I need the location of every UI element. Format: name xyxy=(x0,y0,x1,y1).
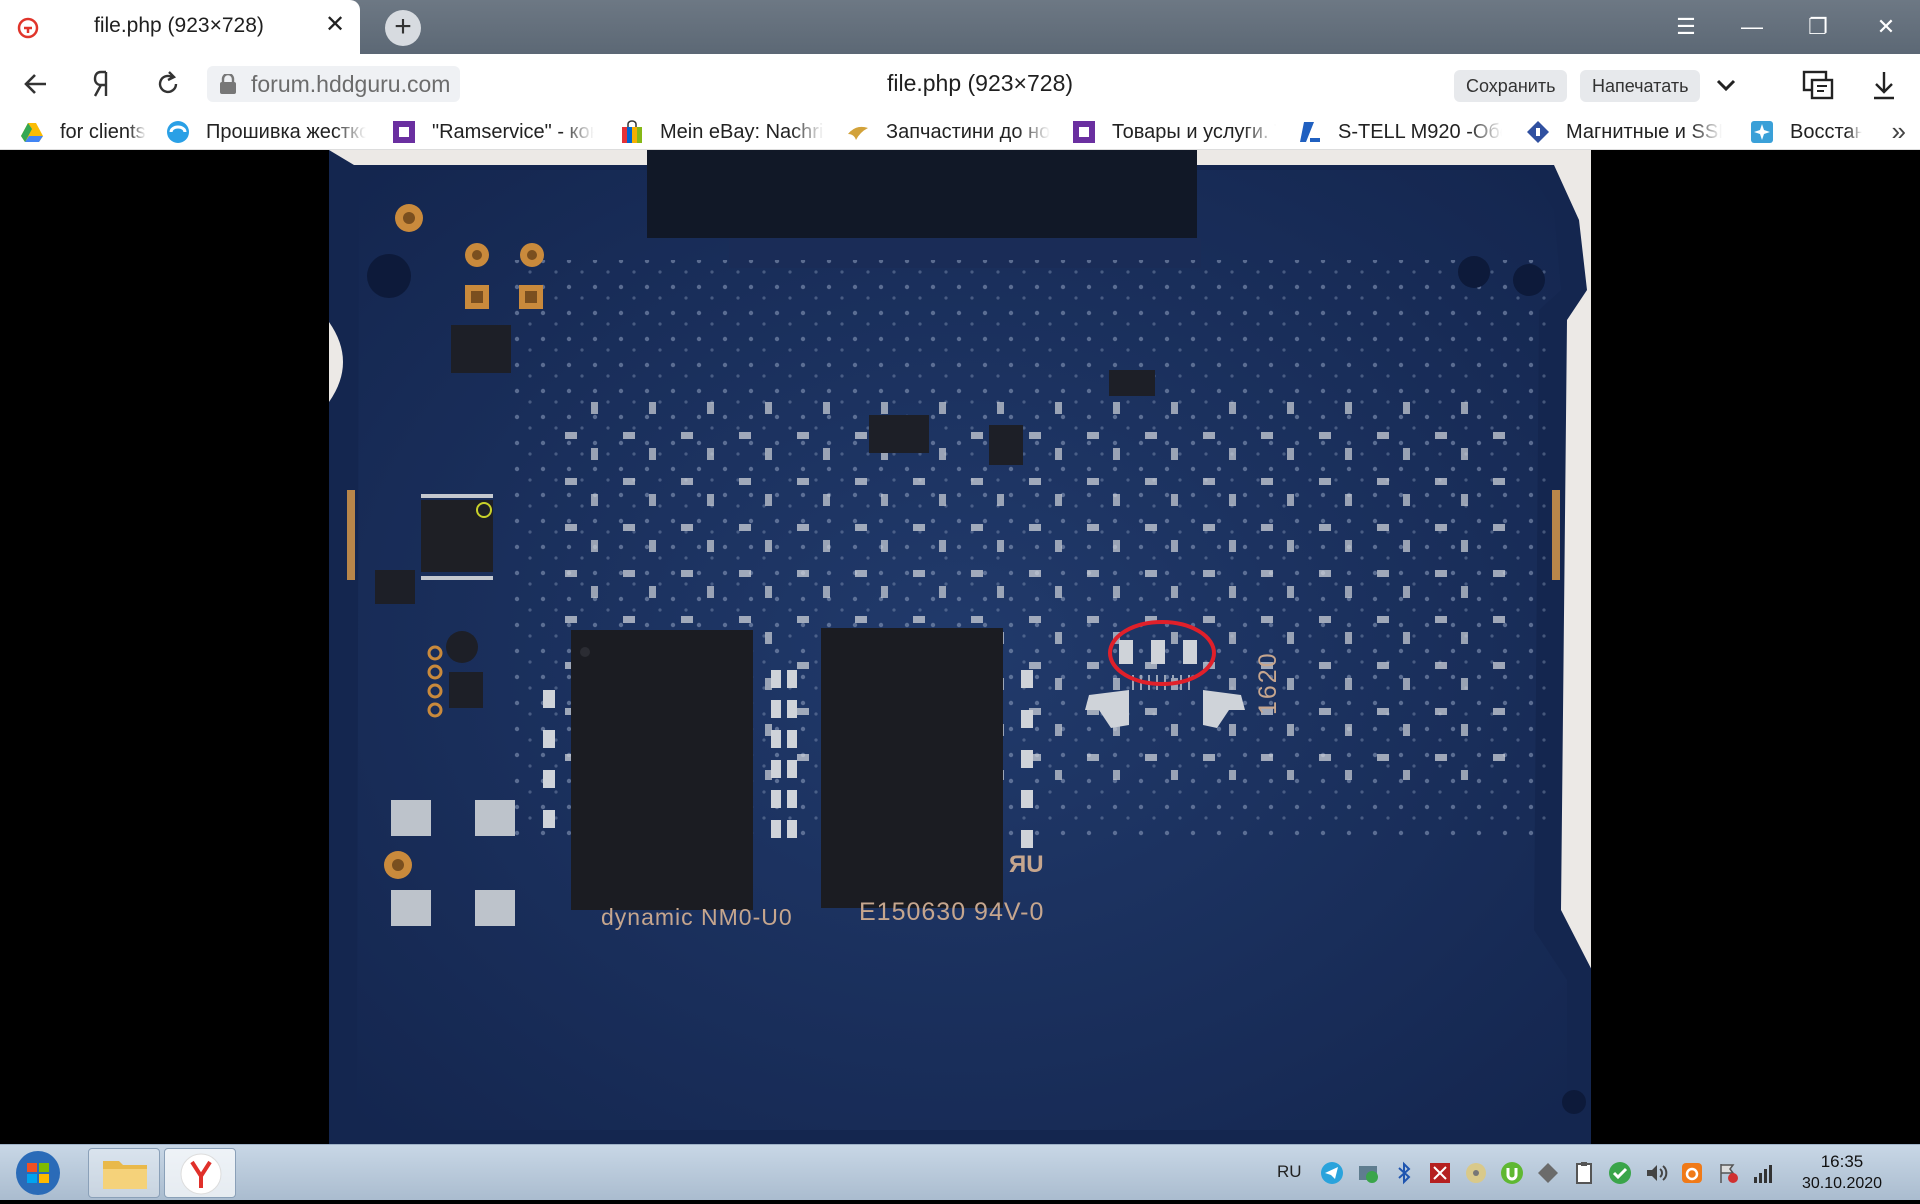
signal-bars-icon[interactable] xyxy=(1752,1161,1776,1185)
reload-icon[interactable] xyxy=(150,66,186,102)
silkscreen-side-marking: 1620 xyxy=(1254,651,1282,715)
silkscreen-marking-right: E150630 94V-0 xyxy=(859,898,1044,926)
bluetooth-icon[interactable] xyxy=(1392,1161,1416,1185)
bird-icon xyxy=(848,126,868,140)
browser-tab[interactable]: file.php (923×728) ✕ xyxy=(0,0,360,54)
print-button[interactable]: Напечатать xyxy=(1580,70,1701,102)
bookmarks-more-icon[interactable]: » xyxy=(1892,116,1906,147)
square-icon xyxy=(1073,121,1095,143)
url-text: forum.hddguru.com xyxy=(251,71,451,97)
square-icon xyxy=(393,121,415,143)
bookmark-item[interactable]: Mein eBay: Nachric xyxy=(620,117,824,147)
volume-icon[interactable] xyxy=(1644,1161,1668,1185)
phone-icon xyxy=(1300,122,1320,142)
check-icon[interactable] xyxy=(1608,1161,1632,1185)
disk-tray-icon[interactable] xyxy=(1464,1161,1488,1185)
restore-icon[interactable]: ❐ xyxy=(1800,10,1836,44)
pcb-photo[interactable]: dynamic NM0-U0 E150630 94V-0 ЯU 1620 xyxy=(329,150,1591,1144)
bookmark-item[interactable]: Прошивка жестко xyxy=(166,117,366,147)
menu-icon[interactable]: ☰ xyxy=(1668,10,1704,44)
tab-close-icon[interactable]: ✕ xyxy=(322,12,348,38)
star-icon xyxy=(1751,121,1773,143)
close-window-icon[interactable]: ✕ xyxy=(1868,10,1904,44)
bookmark-item[interactable]: "Ramservice" - кон xyxy=(392,117,594,147)
collections-icon[interactable] xyxy=(1800,68,1836,102)
diamond-icon xyxy=(1527,121,1549,143)
bookmark-item[interactable]: Запчастини до но xyxy=(846,117,1052,147)
bookmark-item[interactable]: S-TELL M920 -Обсу xyxy=(1298,117,1502,147)
bag-icon xyxy=(622,120,642,143)
tab-title: file.php (923×728) xyxy=(94,14,264,37)
url-field[interactable]: forum.hddguru.com xyxy=(207,66,461,102)
yandex-browser-taskbar-button[interactable] xyxy=(164,1148,236,1198)
network-tool-icon[interactable] xyxy=(1356,1161,1380,1185)
silkscreen-ur-mark: ЯU xyxy=(1009,851,1044,878)
yandex-home-icon[interactable] xyxy=(84,66,120,102)
explorer-taskbar-button[interactable] xyxy=(88,1148,160,1198)
yandex-browser-icon xyxy=(180,1153,222,1195)
folder-icon xyxy=(103,1161,147,1189)
system-clock[interactable]: 16:35 30.10.2020 xyxy=(1792,1151,1892,1195)
google-drive-icon xyxy=(21,123,43,142)
telegram-icon[interactable] xyxy=(1320,1161,1344,1185)
swirl-icon xyxy=(167,121,189,143)
yandex-favicon-icon xyxy=(17,17,39,39)
chevron-down-icon[interactable] xyxy=(1708,68,1744,102)
page-title: file.php (923×728) xyxy=(886,70,1074,96)
silkscreen-marking-left: dynamic NM0-U0 xyxy=(601,904,793,930)
tab-strip: file.php (923×728) ✕ + ☰ — ❐ ✕ xyxy=(0,0,1920,54)
image-viewer: dynamic NM0-U0 E150630 94V-0 ЯU 1620 xyxy=(0,150,1920,1144)
diamond-tray-icon[interactable] xyxy=(1536,1161,1560,1185)
minimize-icon[interactable]: — xyxy=(1734,10,1770,44)
windows-start-icon[interactable] xyxy=(12,1149,64,1197)
taskbar: RU 16:35 30.10.2020 xyxy=(0,1144,1920,1200)
save-button[interactable]: Сохранить xyxy=(1454,70,1568,102)
bookmark-item[interactable]: Товары и услуги. Т xyxy=(1072,117,1276,147)
app-tray-icon[interactable] xyxy=(1428,1161,1452,1185)
back-icon[interactable] xyxy=(18,66,54,102)
clock-time: 16:35 xyxy=(1820,1152,1864,1171)
bookmark-item[interactable]: Магнитные и SSD xyxy=(1526,117,1722,147)
downloads-icon[interactable] xyxy=(1866,68,1902,102)
bookmarks-bar: for clients Прошивка жестко "Ramservice"… xyxy=(0,114,1920,150)
bookmark-item[interactable]: for clients xyxy=(20,117,150,147)
clock-date: 30.10.2020 xyxy=(1801,1175,1883,1192)
clipboard-icon[interactable] xyxy=(1572,1161,1596,1185)
lock-icon xyxy=(220,74,236,94)
action-center-flag-icon[interactable] xyxy=(1716,1161,1740,1185)
language-indicator[interactable]: RU xyxy=(1277,1162,1302,1182)
avast-icon[interactable] xyxy=(1680,1161,1704,1185)
new-tab-button[interactable]: + xyxy=(385,10,421,46)
address-bar: forum.hddguru.com file.php (923×728) Сох… xyxy=(0,54,1920,114)
torrent-icon[interactable] xyxy=(1500,1161,1524,1185)
bookmark-item[interactable]: Восстан xyxy=(1750,117,1862,147)
